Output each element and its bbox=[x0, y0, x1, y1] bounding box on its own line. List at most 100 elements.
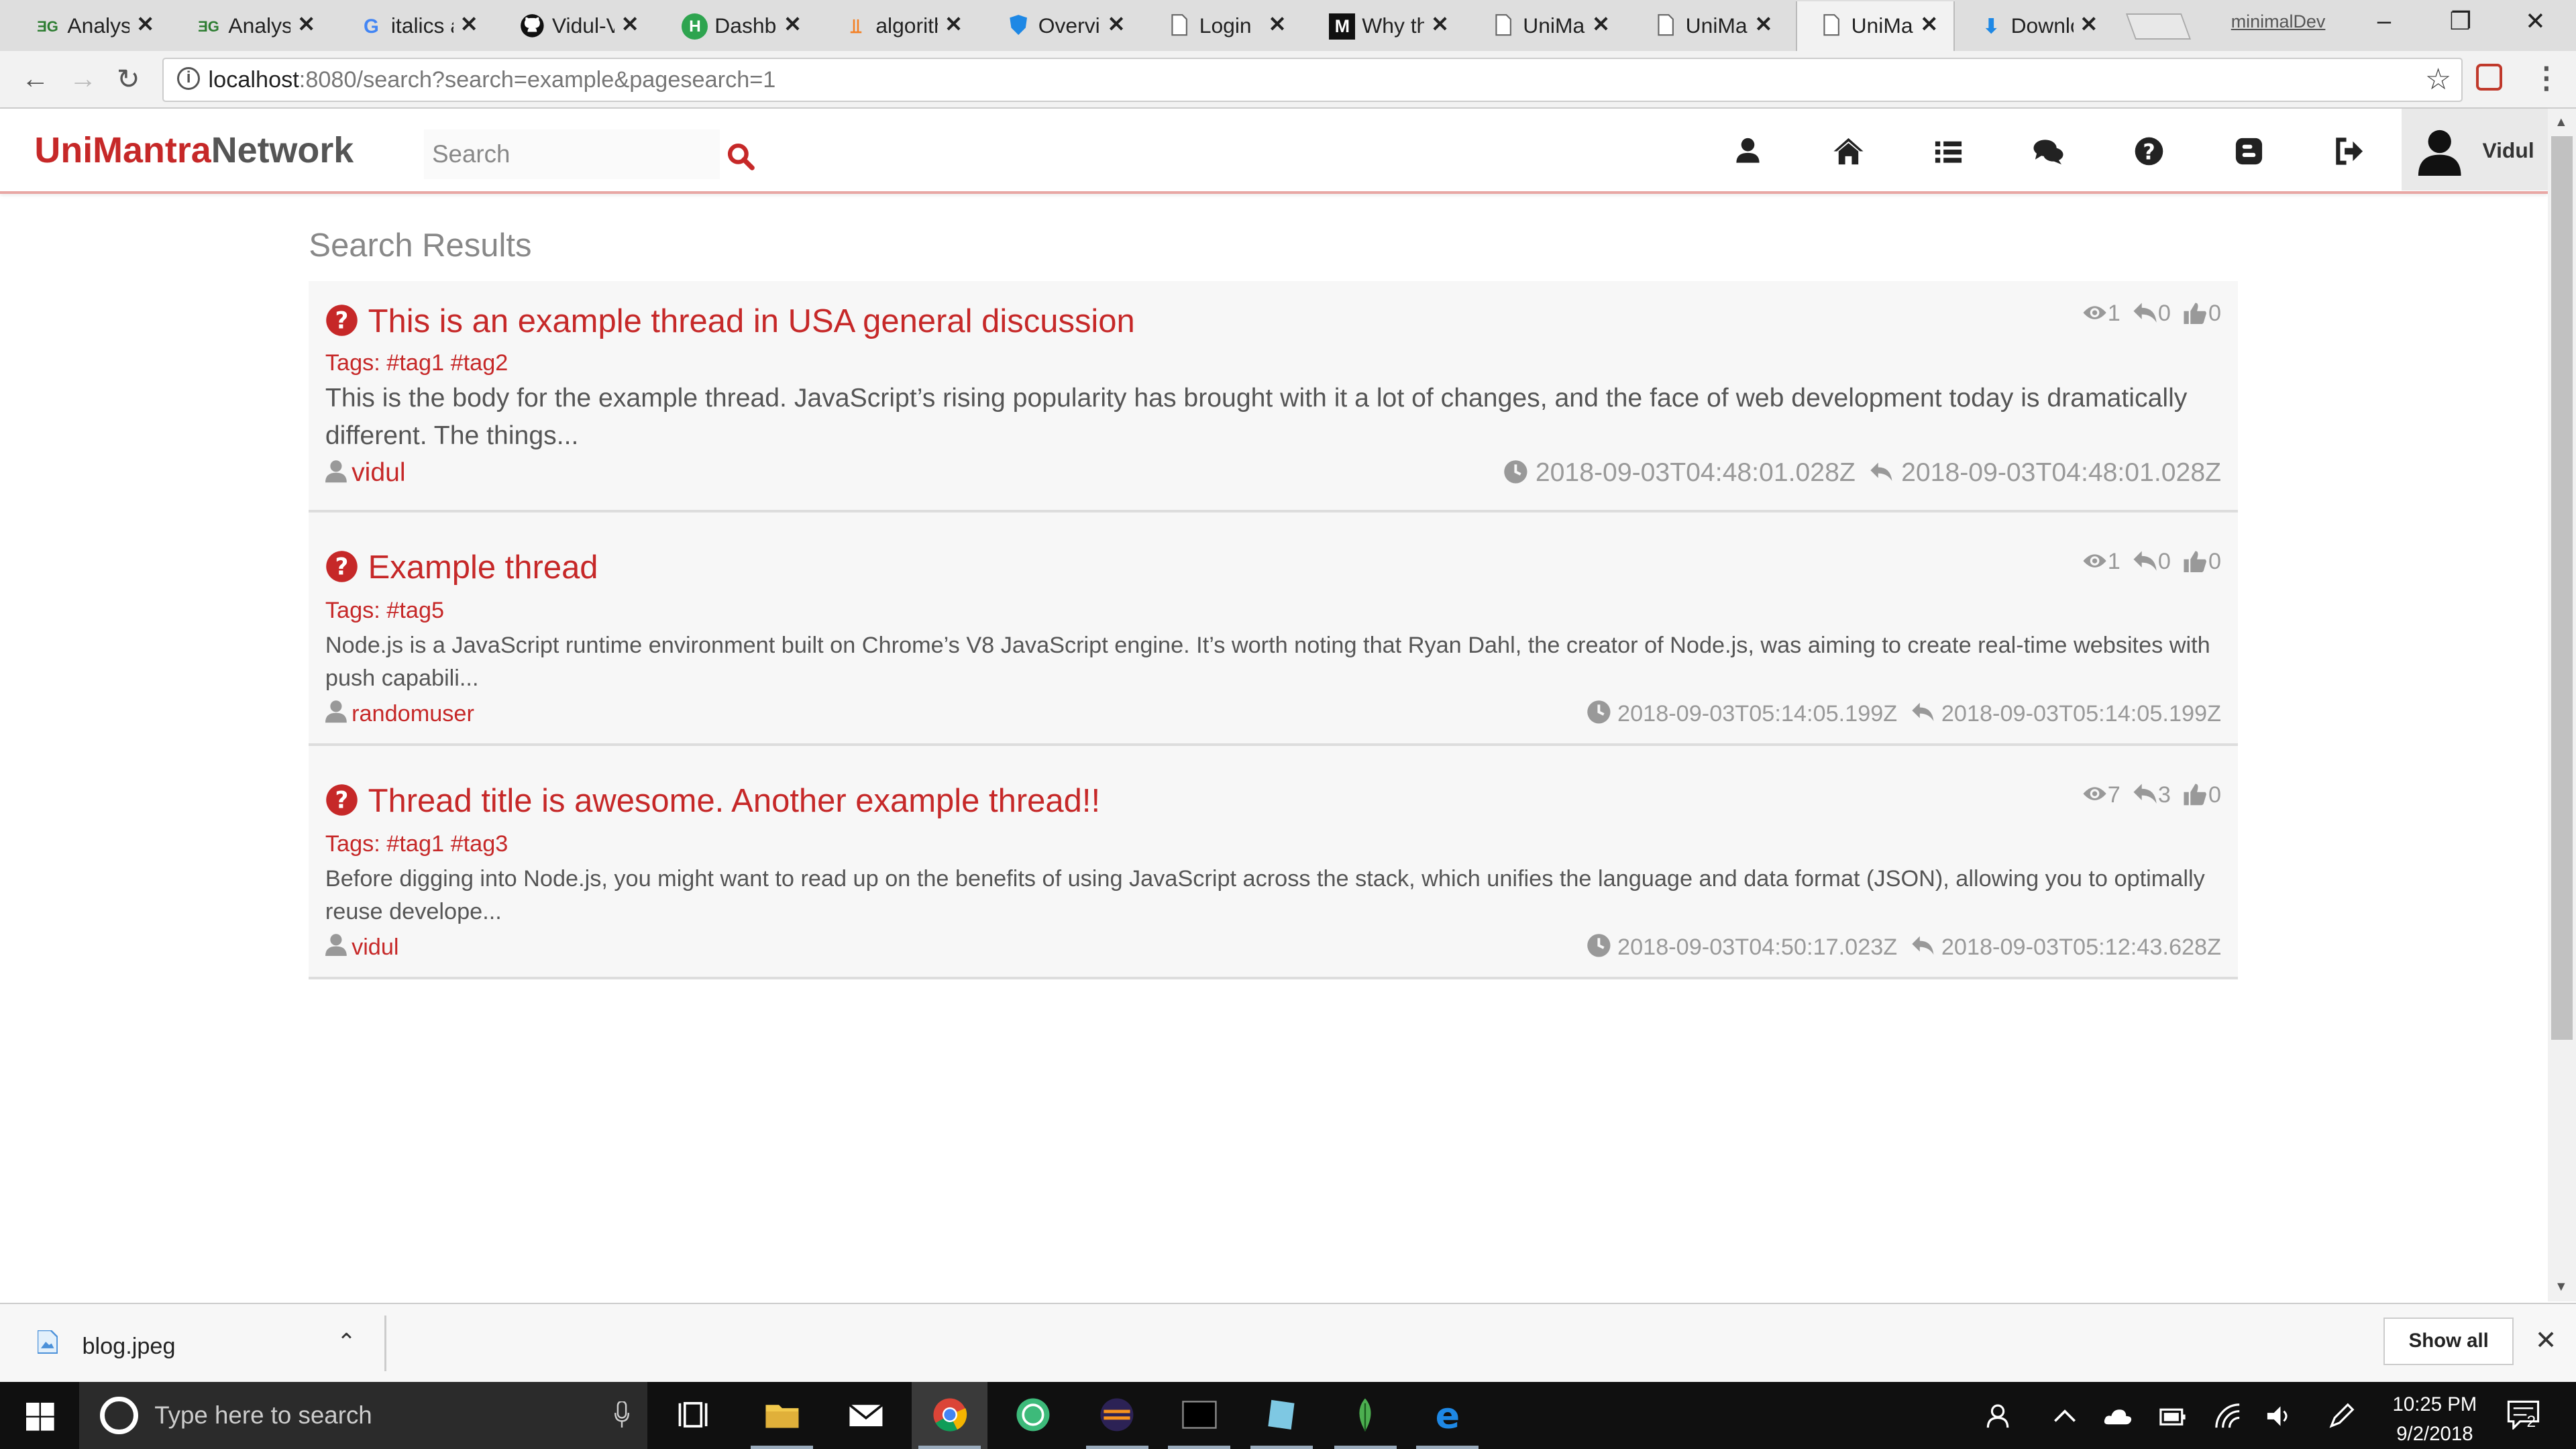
browser-tab[interactable]: Gitalics and✕ bbox=[337, 1, 496, 50]
close-tab-icon[interactable]: ✕ bbox=[784, 11, 802, 37]
scroll-down-icon[interactable]: ▼ bbox=[2555, 1279, 2567, 1295]
mail-button[interactable] bbox=[828, 1382, 904, 1449]
terminal-button[interactable] bbox=[1161, 1382, 1237, 1449]
browser-tab[interactable]: ƎGAnalysis✕ bbox=[13, 1, 173, 50]
taskbar-search-box[interactable]: Type here to search bbox=[78, 1381, 647, 1449]
browser-tab[interactable]: Vidul-V ✕ bbox=[498, 1, 657, 50]
user-icon bbox=[325, 934, 347, 957]
system-clock[interactable]: 10:25 PM 9/2/2018 bbox=[2377, 1390, 2492, 1449]
eye-icon bbox=[2083, 787, 2106, 801]
restore-icon[interactable]: ❐ bbox=[2449, 7, 2471, 36]
eclipse-button[interactable] bbox=[1079, 1382, 1155, 1449]
browser-tab[interactable]: HDashboard✕ bbox=[660, 1, 820, 50]
url-text[interactable]: localhost:8080/search?search=example&pag… bbox=[209, 67, 776, 93]
volume-icon[interactable] bbox=[2264, 1401, 2294, 1431]
task-view-button[interactable] bbox=[659, 1382, 735, 1449]
address-bar[interactable]: i localhost:8080/search?search=example&p… bbox=[162, 57, 2463, 102]
reply-icon bbox=[1911, 702, 1934, 722]
people-icon[interactable] bbox=[1983, 1401, 2012, 1431]
thread-excerpt: Before digging into Node.js, you might w… bbox=[325, 865, 2205, 924]
bookmark-star-icon[interactable]: ☆ bbox=[2425, 62, 2452, 97]
pen-icon[interactable] bbox=[2326, 1401, 2356, 1431]
app-button[interactable] bbox=[1244, 1382, 1320, 1449]
page-icon bbox=[1819, 13, 1845, 40]
browser-tab[interactable]: ⬇Downloads✕ bbox=[1957, 1, 2116, 50]
microphone-icon[interactable] bbox=[614, 1401, 629, 1428]
question-circle-icon[interactable]: ? bbox=[2133, 135, 2165, 168]
close-tab-icon[interactable]: ✕ bbox=[460, 11, 478, 37]
thread-title-link[interactable]: Thread title is awesome. Another example… bbox=[368, 782, 1101, 820]
scrollbar-thumb[interactable] bbox=[2551, 136, 2573, 1040]
close-icon[interactable]: ✕ bbox=[2535, 1326, 2557, 1356]
thread-author[interactable]: vidul bbox=[325, 458, 406, 488]
browser-tab[interactable]: M Why th ✕ bbox=[1307, 1, 1467, 50]
user-menu[interactable]: Vidul bbox=[2402, 108, 2548, 191]
close-tab-icon[interactable]: ✕ bbox=[1108, 11, 1126, 37]
close-tab-icon[interactable]: ✕ bbox=[297, 11, 315, 37]
dg-icon: ƎG bbox=[37, 17, 58, 35]
browser-tab-active[interactable]: UniMantra✕ bbox=[1795, 1, 1955, 51]
browser-tab[interactable]: Login ✕ bbox=[1145, 1, 1305, 50]
window-close-icon[interactable]: ✕ bbox=[2525, 7, 2546, 36]
scroll-up-icon[interactable]: ▲ bbox=[2555, 115, 2567, 130]
battery-icon[interactable] bbox=[2157, 1401, 2187, 1431]
reply-icon bbox=[1870, 462, 1892, 482]
close-tab-icon[interactable]: ✕ bbox=[1755, 11, 1773, 37]
browser-tab[interactable]: UniMantra✕ bbox=[1468, 1, 1628, 50]
user-icon[interactable] bbox=[1731, 135, 1764, 168]
mongodb-button[interactable] bbox=[1328, 1382, 1403, 1449]
comments-icon[interactable] bbox=[2032, 135, 2065, 168]
thread-tags[interactable]: Tags: #tag5 bbox=[325, 598, 444, 624]
thread-tags[interactable]: Tags: #tag1 #tag2 bbox=[325, 350, 508, 376]
forward-arrow-icon[interactable]: → bbox=[69, 62, 97, 95]
close-tab-icon[interactable]: ✕ bbox=[1920, 11, 1938, 37]
chrome-menu-icon[interactable]: ⋮ bbox=[2532, 61, 2561, 95]
close-tab-icon[interactable]: ✕ bbox=[1269, 11, 1287, 37]
list-icon[interactable] bbox=[1932, 135, 1965, 168]
new-tab-button[interactable] bbox=[2126, 13, 2192, 40]
file-explorer-button[interactable] bbox=[744, 1382, 820, 1449]
close-tab-icon[interactable]: ✕ bbox=[945, 11, 963, 37]
close-tab-icon[interactable]: ✕ bbox=[1431, 11, 1449, 37]
search-icon[interactable] bbox=[726, 142, 755, 171]
close-tab-icon[interactable]: ✕ bbox=[136, 11, 154, 37]
close-tab-icon[interactable]: ✕ bbox=[2080, 11, 2098, 37]
home-icon[interactable] bbox=[1832, 135, 1865, 168]
browser-tab[interactable]: ƎGAnalysis✕ bbox=[174, 1, 334, 50]
browser-tab[interactable]: UniMantra✕ bbox=[1631, 1, 1791, 50]
thread-title-link[interactable]: This is an example thread in USA general… bbox=[368, 303, 1135, 340]
download-file-name[interactable]: blog.jpeg bbox=[82, 1334, 175, 1360]
thread-author[interactable]: vidul bbox=[325, 933, 399, 961]
app-button[interactable] bbox=[996, 1382, 1071, 1449]
wifi-icon[interactable] bbox=[2213, 1401, 2243, 1431]
chrome-button[interactable] bbox=[912, 1381, 987, 1449]
browser-tab[interactable]: ⫫algorithm✕ bbox=[822, 1, 981, 50]
thread-tags[interactable]: Tags: #tag1 #tag3 bbox=[325, 831, 508, 857]
chevron-up-icon[interactable]: ⌃ bbox=[337, 1329, 356, 1356]
minimize-icon[interactable]: – bbox=[2377, 7, 2391, 35]
chevron-up-icon[interactable] bbox=[2050, 1401, 2080, 1431]
thread-title-link[interactable]: Example thread bbox=[368, 549, 598, 586]
edge-button[interactable]: e bbox=[1409, 1382, 1485, 1449]
h-icon: H bbox=[682, 13, 708, 40]
thread-author[interactable]: randomuser bbox=[325, 700, 474, 727]
search-input[interactable] bbox=[423, 129, 720, 179]
page-scrollbar[interactable]: ▲ ▼ bbox=[2548, 108, 2576, 1301]
sign-out-icon[interactable] bbox=[2333, 135, 2366, 168]
info-icon[interactable]: i bbox=[177, 66, 201, 91]
extension-icon[interactable] bbox=[2475, 64, 2502, 91]
thread-stats: 1 0 0 bbox=[2076, 301, 2221, 327]
back-arrow-icon[interactable]: ← bbox=[21, 62, 50, 95]
close-tab-icon[interactable]: ✕ bbox=[1592, 11, 1610, 37]
show-all-button[interactable]: Show all bbox=[2383, 1317, 2514, 1365]
terminal-icon bbox=[1182, 1400, 1217, 1429]
reload-icon[interactable]: ↻ bbox=[117, 62, 140, 95]
thread-excerpt: This is the body for the example thread.… bbox=[325, 383, 2188, 451]
close-tab-icon[interactable]: ✕ bbox=[621, 11, 639, 37]
profile-name[interactable]: minimalDev bbox=[2231, 11, 2326, 32]
blogger-icon[interactable] bbox=[2233, 135, 2265, 168]
windows-start-icon[interactable] bbox=[26, 1403, 54, 1432]
brand-logo[interactable]: UniMantraNetwork bbox=[34, 129, 354, 171]
browser-tab[interactable]: Overview✕ bbox=[984, 1, 1144, 50]
onedrive-icon[interactable] bbox=[2103, 1401, 2133, 1431]
